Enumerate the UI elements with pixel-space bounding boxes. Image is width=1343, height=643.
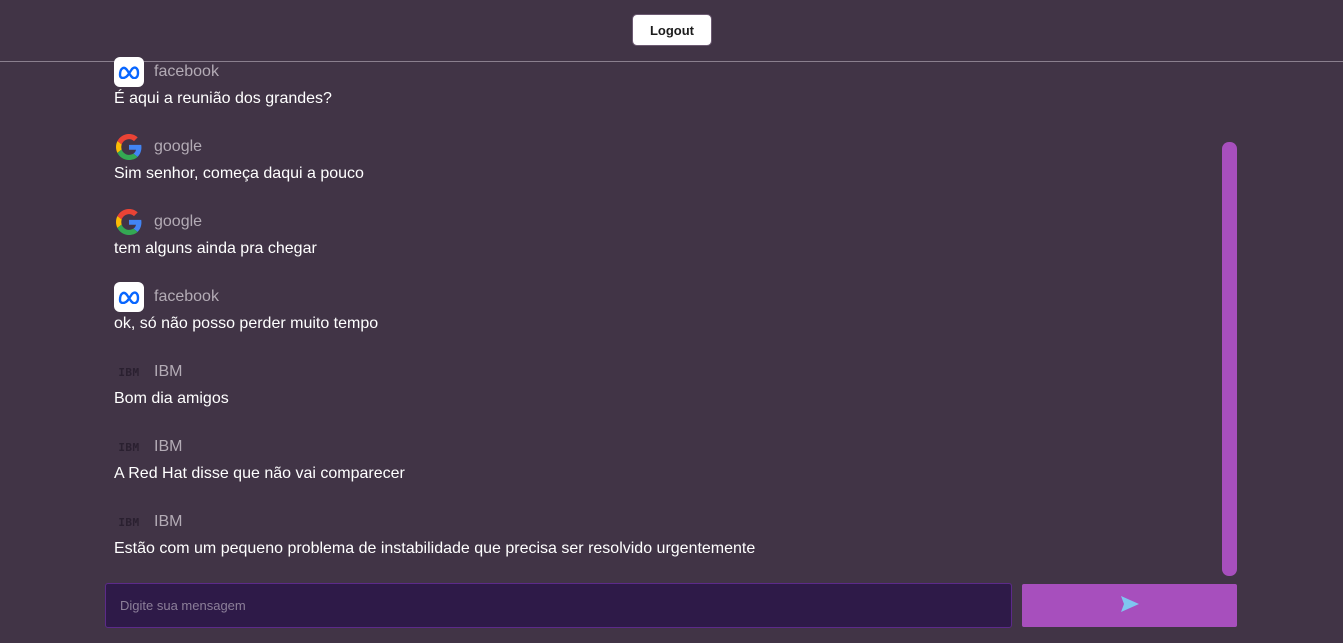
message-item: google tem alguns ainda pra chegar [114,206,1204,281]
message-text: ok, só não posso perder muito tempo [114,315,379,332]
ibm-logo-text: IBM [118,515,140,529]
message-header: facebook [114,281,1204,313]
send-arrow-icon [1120,595,1140,616]
message-username: IBM [154,513,183,530]
google-logo-icon [114,207,144,237]
message-item: IBM IBM Bom dia amigos [114,356,1204,431]
message-list: facebook É aqui a reunião dos grandes? g… [114,56,1204,574]
message-input[interactable] [105,583,1012,628]
message-header: IBM IBM [114,506,1204,538]
message-item: google Sim senhor, começa daqui a pouco [114,131,1204,206]
message-item: facebook ok, só não posso perder muito t… [114,281,1204,356]
message-header: google [114,131,1204,163]
message-text: Estão com um pequeno problema de instabi… [114,540,756,557]
message-header: IBM IBM [114,356,1204,388]
message-header: facebook [114,56,1204,88]
message-item: IBM IBM Estão com um pequeno problema de… [114,506,1204,574]
message-item: IBM IBM A Red Hat disse que não vai comp… [114,431,1204,506]
message-header: IBM IBM [114,431,1204,463]
message-username: facebook [154,288,219,305]
message-text: tem alguns ainda pra chegar [114,240,317,257]
ibm-logo-icon: IBM [114,507,144,537]
scrollbar-thumb[interactable] [1222,142,1237,576]
logout-button[interactable]: Logout [632,14,712,46]
message-username: facebook [154,63,219,80]
meta-logo-icon [114,282,144,312]
google-logo-icon [114,132,144,162]
ibm-logo-icon: IBM [114,357,144,387]
ibm-logo-text: IBM [118,440,140,454]
message-username: IBM [154,363,183,380]
message-text: Bom dia amigos [114,390,229,407]
message-username: google [154,138,203,155]
message-text: A Red Hat disse que não vai comparecer [114,465,405,482]
message-username: google [154,213,203,230]
message-username: IBM [154,438,183,455]
top-bar: Logout [0,0,1343,62]
ibm-logo-text: IBM [118,365,140,379]
message-item: facebook É aqui a reunião dos grandes? [114,56,1204,131]
message-header: google [114,206,1204,238]
send-button[interactable] [1022,584,1237,627]
message-text: É aqui a reunião dos grandes? [114,90,332,107]
message-text: Sim senhor, começa daqui a pouco [114,165,364,182]
meta-logo-icon [114,57,144,87]
ibm-logo-icon: IBM [114,432,144,462]
